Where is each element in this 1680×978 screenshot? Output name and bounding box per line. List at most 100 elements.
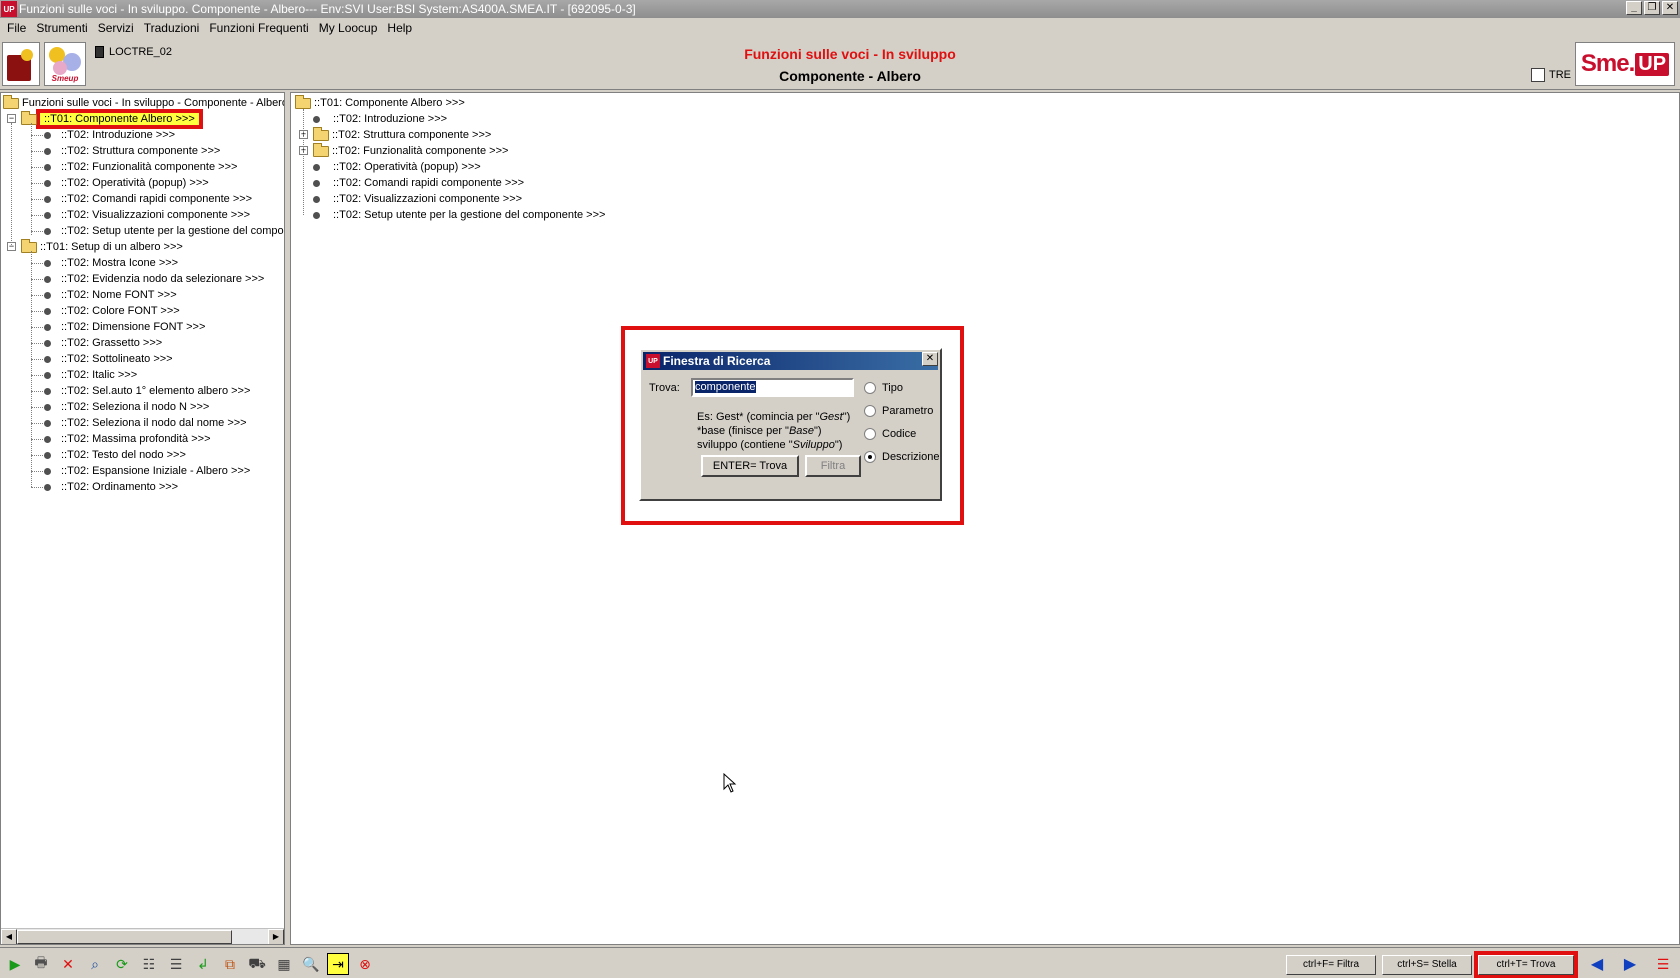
right-tree-panel[interactable]: ::T01: Componente Albero >>> ::T02: Intr… [290,92,1680,945]
tree-node-t02[interactable]: ::T02: Seleziona il nodo N >>> [44,399,209,415]
bullet-icon [44,323,51,331]
radio-button[interactable] [864,381,876,394]
search-icon[interactable]: ⌕ [84,953,106,975]
tree-node-t02[interactable]: ::T02: Setup utente per la gestione del … [44,223,284,239]
app-logo [2,42,40,86]
radio-button[interactable] [864,404,876,417]
refresh-icon[interactable]: ⟳ [111,953,133,975]
image-icon[interactable]: ▦ [273,953,295,975]
export-icon[interactable]: ⧉ [219,953,241,975]
tree-node-t02[interactable]: ::T02: Funzionalità componente >>> [44,159,237,175]
tree-node-t02[interactable]: ::T02: Evidenzia nodo da selezionare >>> [44,271,264,287]
tree-connector [31,311,43,312]
ctrl-s-stella-button[interactable]: ctrl+S= Stella [1382,955,1472,975]
tree-node-t02[interactable]: ::T02: Sel.auto 1° elemento albero >>> [44,383,250,399]
filtra-button[interactable]: Filtra [805,455,861,477]
bullet-icon [44,371,51,379]
ctrl-t-trova-button[interactable]: ctrl+T= Trova [1474,951,1578,978]
tree-node-t01[interactable]: ::T01: Setup di un albero >>> [21,238,183,255]
search-input[interactable]: componente [691,378,854,397]
right-tree-node[interactable]: ::T02: Operatività (popup) >>> [313,159,481,175]
radio-tipo[interactable]: Tipo [864,376,939,399]
prev-arrow-icon[interactable]: ◀ [1586,953,1608,975]
radio-button[interactable] [864,427,876,440]
exit-icon[interactable]: ⇥ [327,953,349,975]
trova-button[interactable]: ENTER= Trova [701,455,799,477]
bullet-icon [44,403,51,411]
search-dialog-title: Finestra di Ricerca [663,354,771,368]
dialog-close-icon[interactable]: ✕ [922,352,938,366]
tree-node-t02[interactable]: ::T02: Ordinamento >>> [44,479,178,495]
tree-node-t02[interactable]: ::T02: Grassetto >>> [44,335,162,351]
menu-help[interactable]: Help [382,21,417,35]
tree-node-t02[interactable]: ::T02: Colore FONT >>> [44,303,180,319]
tree-root[interactable]: Funzioni sulle voci - In sviluppo - Comp… [3,94,284,111]
radio-descrizione[interactable]: Descrizione [864,445,939,468]
tree-node-t02[interactable]: ::T02: Italic >>> [44,367,137,383]
right-tree-node[interactable]: ::T02: Funzionalità componente >>> [313,142,508,159]
menu-my-loocup[interactable]: My Loocup [314,21,383,35]
next-arrow-icon[interactable]: ▶ [1619,953,1641,975]
delete-icon[interactable]: ✕ [57,953,79,975]
cart-icon[interactable]: ⛟ [246,953,268,975]
right-tree-node[interactable]: ::T02: Comandi rapidi componente >>> [313,175,524,191]
find-icon[interactable]: 🔍 [300,953,322,975]
bullet-icon [313,163,320,171]
tree-node-label: ::T02: Introduzione >>> [61,129,176,141]
tree-node-t02[interactable]: ::T02: Visualizzazioni componente >>> [44,207,250,223]
menu-funzioni-frequenti[interactable]: Funzioni Frequenti [204,21,313,35]
tree-node-t02[interactable]: ::T02: Massima profondità >>> [44,431,211,447]
right-tree-node[interactable]: ::T02: Struttura componente >>> [313,126,491,143]
tree-node-t02[interactable]: ::T02: Nome FONT >>> [44,287,177,303]
menu-servizi[interactable]: Servizi [93,21,139,35]
tree-node-t02[interactable]: ::T02: Struttura componente >>> [44,143,220,159]
close-button[interactable]: ✕ [1662,1,1678,15]
menu-traduzioni[interactable]: Traduzioni [139,21,205,35]
tree-view-icon[interactable]: ☷ [138,953,160,975]
right-tree-node[interactable]: ::T02: Introduzione >>> [313,111,447,127]
collapse-toggle-icon[interactable]: − [7,114,16,123]
scroll-right-arrow[interactable]: ▶ [268,929,284,944]
horizontal-scrollbar[interactable]: ◀ ▶ [1,928,284,944]
back-icon[interactable]: ↲ [192,953,214,975]
tree-connector [31,343,43,344]
radio-button[interactable] [864,450,876,463]
menu-icon[interactable]: ☰ [1652,953,1674,975]
list-view-icon[interactable]: ☰ [165,953,187,975]
right-tree-root[interactable]: ::T01: Componente Albero >>> [295,94,465,111]
tree-node-label: ::T02: Funzionalità componente >>> [61,161,238,173]
play-icon[interactable]: ▶ [4,953,26,975]
menu-file[interactable]: File [2,21,31,35]
tree-node-t02[interactable]: ::T02: Dimensione FONT >>> [44,319,205,335]
page-title: Funzioni sulle voci - In sviluppo [744,46,956,62]
ctrl-f-filtra-button[interactable]: ctrl+F= Filtra [1286,955,1376,975]
right-tree-node[interactable]: ::T02: Visualizzazioni componente >>> [313,191,522,207]
tree-node-t02[interactable]: ::T02: Introduzione >>> [44,127,175,143]
tree-node-t02[interactable]: ::T02: Comandi rapidi componente >>> [44,191,252,207]
bullet-icon [44,435,51,443]
tree-node-t01[interactable]: ::T01: Componente Albero >>> [21,109,203,129]
tree-node-t02[interactable]: ::T02: Mostra Icone >>> [44,255,178,271]
tree-node-t02[interactable]: ::T02: Testo del nodo >>> [44,447,186,463]
restore-button[interactable]: ❐ [1644,1,1660,15]
minimize-button[interactable]: _ [1626,1,1642,15]
radio-codice[interactable]: Codice [864,422,939,445]
tre-toggle[interactable]: TRE [1531,68,1571,82]
cancel-icon[interactable]: ⊗ [354,953,376,975]
scroll-thumb[interactable] [17,930,232,944]
hint-2c: ") [814,425,822,437]
menu-strumenti[interactable]: Strumenti [31,21,92,35]
tree-node-t02[interactable]: ::T02: Operatività (popup) >>> [44,175,209,191]
tree-node-label: ::T02: Sottolineato >>> [61,353,173,365]
print-icon[interactable]: 🖶 [30,953,52,975]
tree-node-t02[interactable]: ::T02: Seleziona il nodo dal nome >>> [44,415,247,431]
tree-node-t02[interactable]: ::T02: Espansione Iniziale - Albero >>> [44,463,250,479]
bullet-icon [44,195,51,203]
left-tree-panel[interactable]: Funzioni sulle voci - In sviluppo - Comp… [0,92,285,945]
tree-node-t02[interactable]: ::T02: Sottolineato >>> [44,351,173,367]
scroll-left-arrow[interactable]: ◀ [1,929,17,944]
radio-parametro[interactable]: Parametro [864,399,939,422]
right-tree-node[interactable]: ::T02: Setup utente per la gestione del … [313,207,605,223]
tree-connector [31,455,43,456]
window-titlebar: UP Funzioni sulle voci - In sviluppo. Co… [0,0,1680,18]
